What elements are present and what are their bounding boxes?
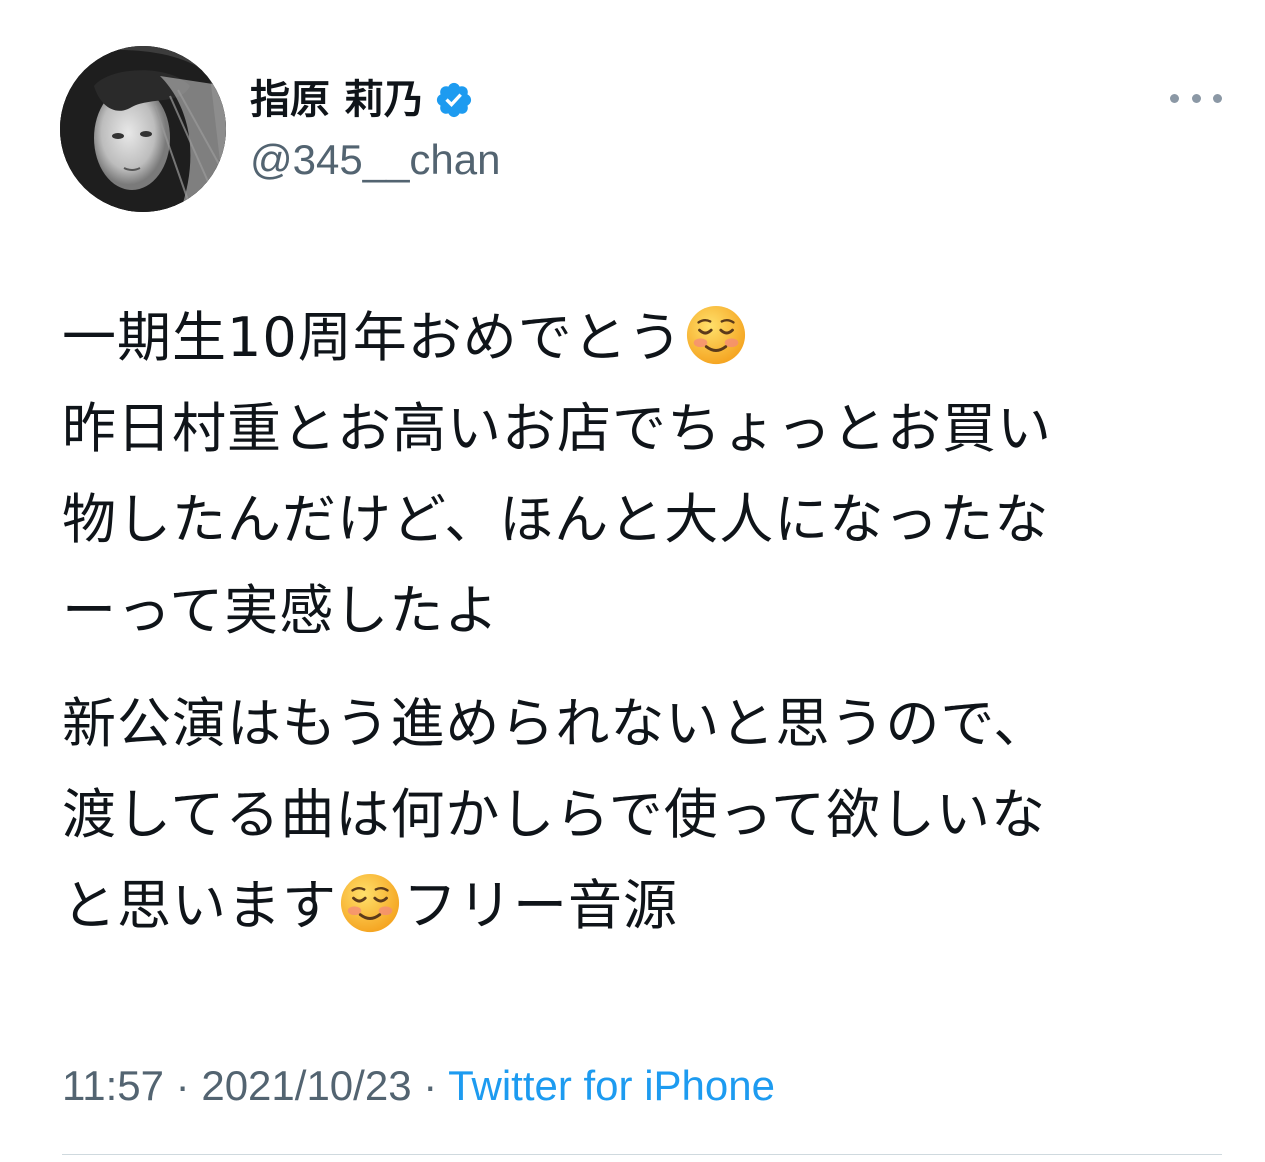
tweet-paragraph: 一期生10周年おめでとう 昨日村重とお高いお店でちょっとお買い 物したんだけど、… [62,292,1242,656]
meta-separator: · [175,1062,190,1109]
tweet-source-link[interactable]: Twitter for iPhone [448,1062,775,1109]
more-options-icon[interactable] [1170,82,1222,114]
tweet-line: 物したんだけど、ほんと大人になったな [62,488,1050,551]
tweet-text: 一期生10周年おめでとう 昨日村重とお高いお店でちょっとお買い 物したんだけど、… [62,292,1242,973]
tweet-line: 昨日村重とお高いお店でちょっとお買い [62,397,1052,460]
smiling-face-emoji [686,305,745,365]
author-name-text: 指原 莉乃 [250,77,424,123]
tweet-text-segment: と思います [62,874,337,937]
verified-badge-icon [436,82,472,118]
meta-separator: · [423,1062,438,1109]
tweet-line: と思います フリー音源 [62,860,1242,951]
tweet-line: 渡してる曲は何かしらで使って欲しいな [62,783,1047,846]
tweet-meta: 11:57 · 2021/10/23 · Twitter for iPhone [62,1062,775,1110]
more-dot [1170,93,1179,103]
tweet-text-segment: フリー音源 [403,874,678,937]
tweet-date[interactable]: 2021/10/23 [201,1062,411,1109]
tweet-line: 一期生10周年おめでとう [62,292,1242,383]
author-handle[interactable]: @345__chan [250,134,501,186]
tweet-line: 新公演はもう進められないと思うので、 [62,692,1049,755]
more-dot [1213,93,1222,103]
author-display-name[interactable]: 指原 莉乃 [250,74,474,126]
tweet-paragraph: 新公演はもう進められないと思うので、 渡してる曲は何かしらで使って欲しいな と思… [62,678,1242,951]
tweet-time[interactable]: 11:57 [62,1062,164,1109]
avatar[interactable] [60,46,226,212]
more-dot [1191,93,1201,103]
smiling-face-emoji [340,873,400,933]
tweet-line: ーって実感したよ [62,579,500,642]
divider [62,1154,1222,1155]
tweet-text-segment: 一期生10周年おめでとう [62,306,683,369]
